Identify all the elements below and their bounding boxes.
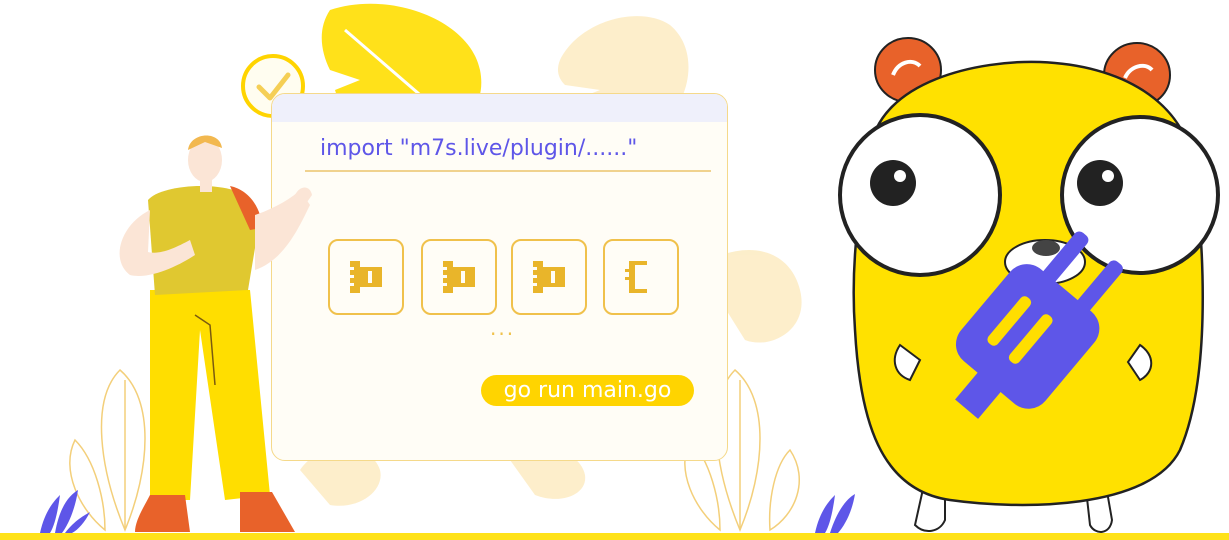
run-command-button[interactable]: go run main.go	[481, 375, 694, 406]
import-underline	[305, 170, 711, 172]
plugin-module-tile[interactable]	[511, 239, 587, 315]
plugin-module-tile[interactable]	[421, 239, 497, 315]
gopher-mascot	[838, 37, 1220, 533]
person-illustration	[119, 135, 312, 532]
plugin-module-tile-empty[interactable]	[603, 239, 679, 315]
panel-header	[272, 94, 727, 122]
plugin-module-tile[interactable]	[328, 239, 404, 315]
ground-line	[0, 533, 1229, 540]
plugin-socket-icon	[625, 261, 647, 293]
plugin-module-icon	[531, 261, 565, 293]
plugin-module-icon	[348, 261, 382, 293]
code-panel: import "m7s.live/plugin/......" ... go r…	[271, 93, 728, 461]
hero-illustration: import "m7s.live/plugin/......" ... go r…	[0, 0, 1229, 540]
plugin-module-icon	[441, 261, 475, 293]
import-statement: import "m7s.live/plugin/......"	[320, 136, 638, 161]
more-plugins-ellipsis: ...	[490, 316, 516, 340]
